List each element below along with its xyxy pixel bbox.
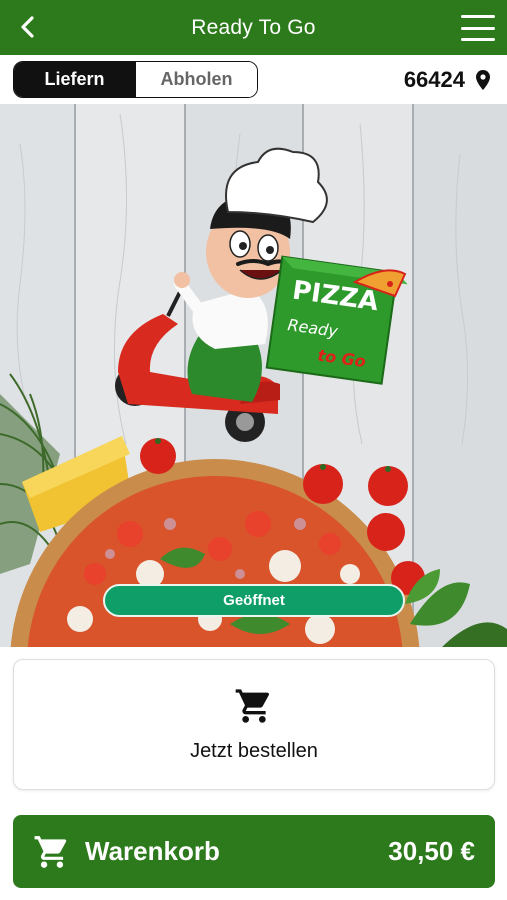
page-title: Ready To Go — [191, 15, 316, 39]
status-badge: Geöffnet — [103, 584, 405, 617]
shopping-cart-icon — [34, 835, 67, 868]
hero-banner: PIZZA Ready to Go Geöffnet — [0, 104, 507, 647]
tab-liefern[interactable]: Liefern — [14, 62, 135, 97]
hamburger-menu-icon — [461, 15, 495, 18]
order-now-card[interactable]: Jetzt bestellen — [13, 659, 495, 790]
tab-abholen[interactable]: Abholen — [135, 62, 257, 97]
mode-bar: Liefern Abholen 66424 — [0, 55, 507, 104]
app-header: Ready To Go — [0, 0, 507, 55]
location-selector[interactable]: 66424 — [404, 61, 491, 98]
delivery-mode-toggle: Liefern Abholen — [13, 61, 258, 98]
order-now-label: Jetzt bestellen — [190, 740, 318, 762]
menu-button[interactable] — [461, 15, 495, 41]
shopping-cart-icon — [235, 689, 270, 723]
location-pin-icon — [476, 69, 490, 90]
basket-button[interactable]: Warenkorb 30,50 € — [13, 815, 495, 888]
zip-code: 66424 — [403, 66, 465, 92]
basket-label: Warenkorb — [85, 836, 220, 866]
hero-illustration: PIZZA Ready to Go — [0, 104, 507, 647]
basket-total: 30,50 € — [388, 836, 475, 866]
